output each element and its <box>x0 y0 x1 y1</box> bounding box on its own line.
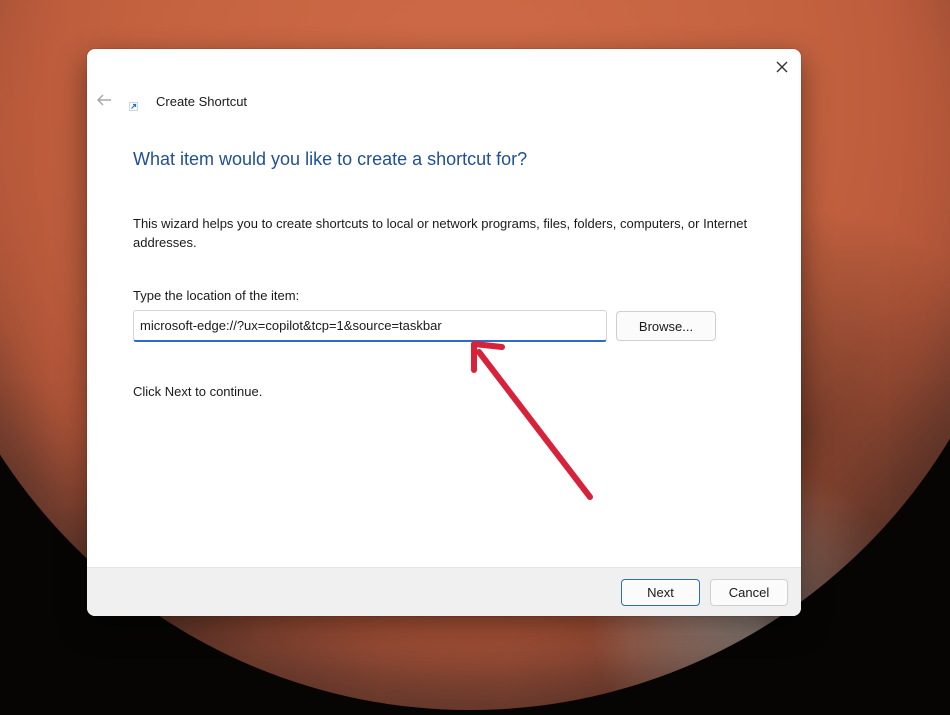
back-arrow-icon <box>96 94 111 106</box>
dialog-footer: Next Cancel <box>87 567 801 616</box>
cancel-button[interactable]: Cancel <box>710 579 788 606</box>
dialog-title: Create Shortcut <box>156 94 248 109</box>
back-button[interactable] <box>93 89 115 111</box>
create-shortcut-dialog: Create Shortcut What item would you like… <box>87 49 801 616</box>
desktop-background: Create Shortcut What item would you like… <box>0 0 950 715</box>
close-icon <box>776 61 788 73</box>
continue-hint: Click Next to continue. <box>133 384 263 399</box>
wizard-heading: What item would you like to create a sho… <box>133 149 528 169</box>
next-button[interactable]: Next <box>621 579 700 606</box>
close-button[interactable] <box>768 55 796 79</box>
location-label: Type the location of the item: <box>133 288 300 303</box>
location-input[interactable] <box>133 310 607 342</box>
shortcut-icon <box>129 102 138 111</box>
browse-button[interactable]: Browse... <box>616 311 716 341</box>
wizard-description: This wizard helps you to create shortcut… <box>133 216 748 250</box>
